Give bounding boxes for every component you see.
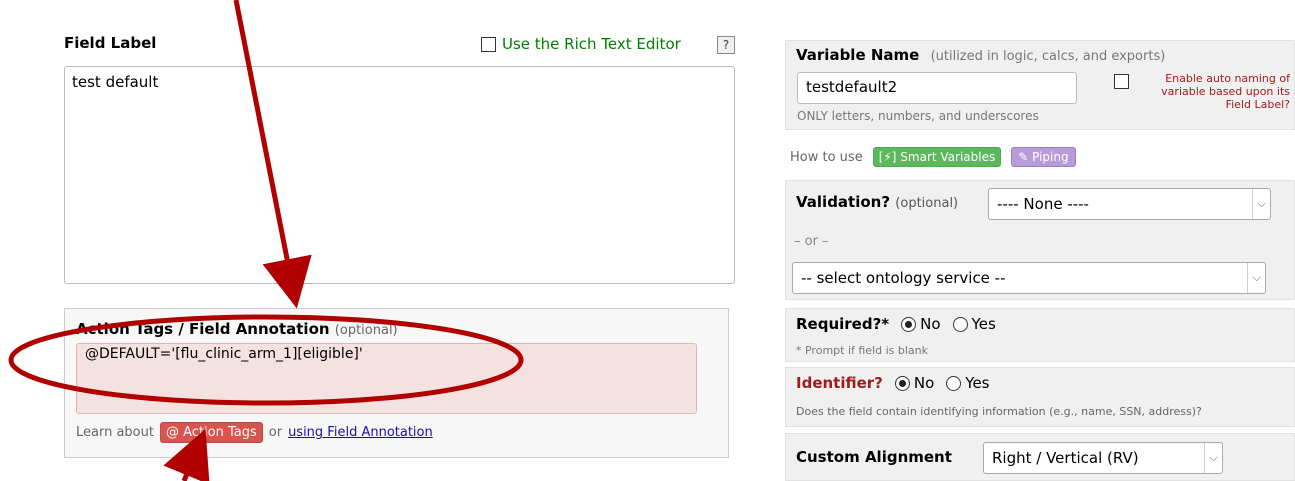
action-tags-optional: (optional) [334,323,398,338]
required-row: Required?* No Yes [796,315,996,333]
how-to-use-row: How to use [⚡] Smart Variables ✎ Piping [790,147,1076,167]
required-no-label: No [920,315,941,333]
auto-naming-label: Enable auto naming of variable based upo… [1161,72,1290,111]
validation-label-text: Validation? [796,193,891,211]
field-annotation-link[interactable]: using Field Annotation [288,425,433,440]
required-no-radio[interactable] [901,316,917,332]
learn-about-row: Learn about @ Action Tags or using Field… [76,422,433,443]
rich-text-label: Use the Rich Text Editor [502,35,681,53]
or-text: or [268,425,283,440]
required-label: Required?* [796,315,890,333]
required-yes-radio[interactable] [952,316,968,332]
action-tags-button[interactable]: @ Action Tags [159,422,263,443]
required-hint: * Prompt if field is blank [796,344,929,357]
chevron-down-icon: ⌵ [1252,189,1270,219]
alignment-select[interactable]: Right / Vertical (RV) ⌵ [983,442,1223,474]
identifier-no-radio[interactable] [894,375,910,391]
validation-label: Validation? (optional) [796,193,958,211]
help-button[interactable]: ? [717,36,735,54]
ontology-selected: -- select ontology service -- [801,269,1006,287]
identifier-yes-label: Yes [965,374,990,392]
identifier-label: Identifier? [796,374,883,392]
action-tags-textarea[interactable]: @DEFAULT='[flu_clinic_arm_1][eligible]' [76,343,697,414]
identifier-no-label: No [913,374,935,392]
validation-or: – or – [794,234,829,249]
piping-button[interactable]: ✎ Piping [1011,147,1076,167]
variable-name-rule: ONLY letters, numbers, and underscores [797,109,1039,123]
variable-name-hint: (utilized in logic, calcs, and exports) [930,49,1166,64]
validation-select[interactable]: ---- None ---- ⌵ [988,188,1271,220]
learn-about-text: Learn about [76,425,154,440]
identifier-yes-radio[interactable] [946,375,962,391]
validation-selected: ---- None ---- [997,195,1089,213]
rich-text-checkbox[interactable] [481,36,496,52]
ontology-select[interactable]: -- select ontology service -- ⌵ [792,262,1266,294]
chevron-down-icon: ⌵ [1247,263,1265,293]
chevron-down-icon: ⌵ [1204,443,1222,473]
field-label-textarea[interactable]: test default [64,66,735,284]
variable-name-title-text: Variable Name [796,46,920,64]
required-yes-label: Yes [971,315,996,333]
field-label-title: Field Label [64,34,157,52]
variable-name-input[interactable]: testdefault2 [797,72,1077,104]
smart-variables-button[interactable]: [⚡] Smart Variables [872,147,1002,167]
auto-naming-checkbox[interactable] [1114,74,1129,89]
action-tags-title: Action Tags / Field Annotation (optional… [76,320,398,338]
validation-optional: (optional) [895,196,959,211]
rich-text-editor-toggle[interactable]: Use the Rich Text Editor [481,35,681,53]
action-tags-title-text: Action Tags / Field Annotation [76,320,330,338]
alignment-selected: Right / Vertical (RV) [992,449,1139,467]
identifier-hint: Does the field contain identifying infor… [796,405,1202,418]
alignment-label: Custom Alignment [796,448,952,466]
identifier-row: Identifier? No Yes [796,374,990,392]
how-to-use-label: How to use [790,149,863,165]
variable-name-title: Variable Name (utilized in logic, calcs,… [796,46,1165,64]
